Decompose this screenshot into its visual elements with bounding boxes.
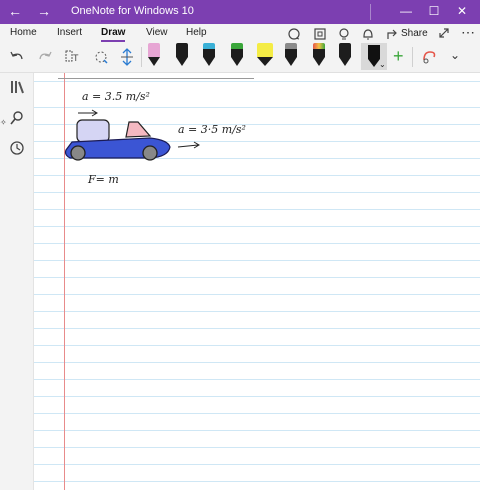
ink-equation-2-text[interactable]: a = 3·5 m/s²	[178, 123, 246, 136]
ink-equation-3-text[interactable]: F= m	[88, 173, 119, 186]
ink-arrow-2	[177, 141, 200, 149]
